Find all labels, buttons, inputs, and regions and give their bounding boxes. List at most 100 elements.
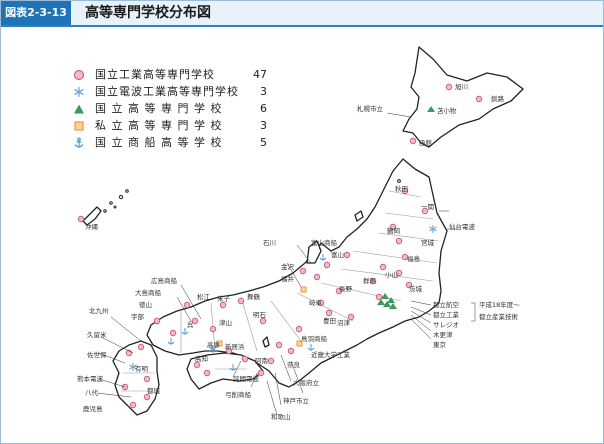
place-label: 大島商船 — [135, 288, 162, 297]
place-label: 東京 — [433, 340, 447, 349]
place-label: サレジオ — [433, 321, 459, 329]
place-label: 詫間電波 — [233, 374, 260, 383]
place-label: 旭川 — [455, 82, 468, 91]
place-label: 都立工業 — [433, 310, 460, 319]
place-label: 鹿児島 — [83, 404, 103, 413]
place-label: 新居浜 — [225, 342, 245, 351]
place-label: 米子 — [217, 294, 231, 303]
place-label: 金沢 — [281, 262, 295, 271]
school-marker — [77, 215, 85, 223]
place-label: 福井 — [281, 274, 295, 283]
figure-number: 図表2-3-13 — [1, 1, 71, 25]
island-dot — [109, 201, 113, 205]
place-label: 豊田 — [323, 316, 336, 325]
school-marker — [257, 369, 265, 377]
japan-map: 旭川 釧路 札幌市立 苫小牧 函館 沖縄 秋田 一関 仙台電波 鶴岡 宮城 福島… — [77, 46, 524, 421]
place-label: 仙台電波 — [449, 222, 476, 231]
place-label: 富山 — [331, 250, 344, 259]
place-label: 群馬 — [363, 276, 377, 285]
place-label: 福島 — [407, 254, 421, 263]
island-dot — [397, 179, 401, 183]
school-marker — [275, 341, 283, 349]
place-label: 松江 — [197, 292, 211, 301]
school-marker — [445, 83, 453, 91]
school-marker — [267, 357, 275, 365]
school-marker — [395, 237, 403, 245]
school-marker — [475, 95, 483, 103]
place-label: 沼津 — [337, 318, 351, 327]
place-label: 奈良 — [287, 360, 301, 369]
place-label: 広島商船 — [151, 276, 178, 285]
place-label: 高知 — [195, 354, 208, 363]
place-label: 高専 — [207, 340, 221, 349]
place-label: 熊本電波 — [77, 374, 104, 383]
school-marker — [313, 273, 321, 281]
place-label: 宇部 — [131, 312, 145, 321]
school-marker — [143, 375, 151, 383]
school-marker — [259, 317, 267, 325]
place-label: 大阪府立 — [293, 378, 320, 387]
place-label: 舞鶴 — [247, 292, 261, 301]
school-marker — [343, 251, 351, 259]
place-label: 明石 — [253, 311, 267, 319]
school-marker — [129, 401, 137, 409]
figure-title: 高等専門学校分布図 — [85, 5, 211, 21]
place-label: 木更津 — [433, 330, 453, 339]
school-marker — [209, 325, 217, 333]
place-label: 津山 — [219, 318, 232, 327]
school-marker — [203, 369, 211, 377]
place-label: 苫小牧 — [437, 106, 457, 115]
school-marker — [169, 329, 177, 337]
place-label: 鶴岡 — [387, 226, 400, 235]
place-label: 都城 — [147, 387, 161, 395]
place-label: 北九州 — [89, 306, 109, 315]
figure: 図表2-3-13 高等専門学校分布図 国立工業高等専門学校 47 国立電波工業高… — [0, 0, 604, 444]
school-marker — [325, 309, 333, 317]
school-marker — [237, 297, 245, 305]
place-label: 富山商船 — [311, 238, 338, 247]
place-label: 神戸市立 — [283, 396, 310, 405]
hokkaido-island — [402, 46, 524, 148]
place-label: 和歌山 — [271, 412, 291, 421]
place-label: 沖縄 — [85, 222, 99, 231]
sado-island — [354, 210, 364, 222]
school-marker — [193, 361, 201, 369]
place-label: 久留米 — [87, 330, 107, 339]
place-label: 釧路 — [491, 94, 505, 103]
school-marker — [143, 393, 151, 401]
place-label: 阿南 — [255, 356, 269, 365]
place-label: 近畿大学工業 — [311, 350, 351, 359]
place-label: 函館 — [419, 138, 433, 147]
place-label: 都立産業技術 — [479, 312, 519, 321]
place-label: 弓削商船 — [225, 390, 252, 399]
place-label: 鳥羽商船 — [301, 334, 328, 343]
place-label: 札幌市立 — [357, 104, 384, 113]
island-dot — [118, 194, 124, 200]
school-marker — [379, 263, 387, 271]
place-label: 秋田 — [395, 184, 408, 193]
island-dot — [125, 189, 129, 193]
school-marker — [183, 301, 191, 309]
place-label: 呉 — [187, 321, 194, 329]
place-label: 都立航空 — [433, 300, 460, 309]
school-marker — [219, 301, 227, 309]
figure-header: 図表2-3-13 高等専門学校分布図 — [1, 1, 603, 27]
school-marker — [241, 355, 249, 363]
place-label: 小山 — [385, 270, 398, 279]
school-marker — [153, 317, 161, 325]
school-marker — [323, 261, 331, 269]
private-marker — [300, 286, 307, 293]
place-label: 佐世保 — [87, 350, 107, 359]
place-label: 石川 — [263, 239, 276, 247]
place-label: 一関 — [421, 203, 434, 211]
place-label: 茨城 — [409, 284, 423, 293]
place-label: 八代 — [85, 388, 99, 397]
place-label: 平成18年度～ — [479, 300, 520, 309]
place-label: 徳山 — [139, 300, 152, 309]
school-marker — [137, 343, 145, 351]
school-marker — [409, 137, 417, 145]
school-marker — [295, 325, 303, 333]
place-label: 宮城 — [421, 238, 435, 247]
place-label: 岐阜 — [309, 298, 323, 307]
school-marker — [287, 347, 295, 355]
